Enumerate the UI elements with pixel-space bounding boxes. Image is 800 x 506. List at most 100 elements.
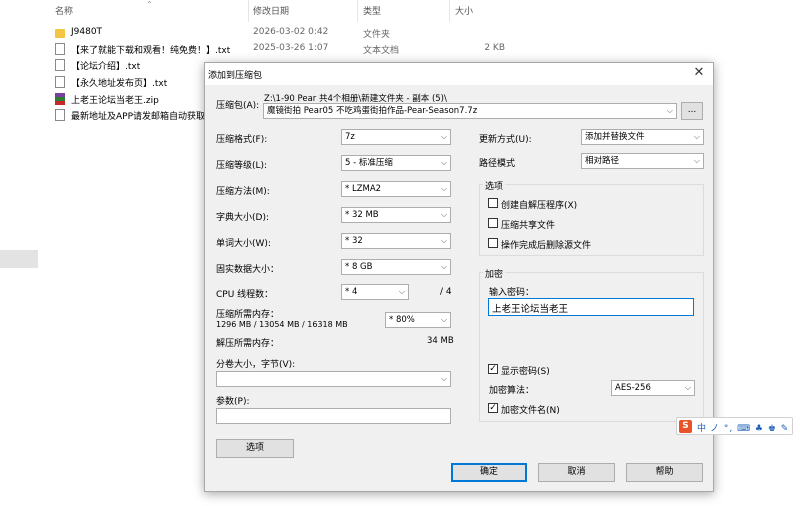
path-mode-label: 路径模式 xyxy=(479,159,516,169)
show-password-label: 显示密码(S) xyxy=(501,367,550,377)
level-value: 5 - 标准压缩 xyxy=(345,158,393,168)
chevron-down-icon: ⌵ xyxy=(440,315,447,324)
nav-pane-highlight xyxy=(0,250,38,268)
delete-after-checkbox[interactable] xyxy=(488,238,498,248)
mem-comp-detail: 1296 MB / 13054 MB / 16318 MB xyxy=(216,320,348,329)
ime-tool-icons[interactable]: ノ °, ⌨ ♣ ♚ ✎ xyxy=(710,421,789,434)
folder-icon xyxy=(55,29,65,38)
password-label: 输入密码： xyxy=(489,288,535,298)
column-header-name[interactable]: 名称 xyxy=(55,4,73,17)
document-icon xyxy=(55,59,65,71)
ime-mode[interactable]: 中 xyxy=(697,421,706,434)
solid-select[interactable]: * 8 GB ⌵ xyxy=(341,259,451,275)
mem-decomp-label: 解压所需内存： xyxy=(216,339,280,349)
sfx-label: 创建自解压程序(X) xyxy=(501,201,578,211)
cpu-total: / 4 xyxy=(440,287,452,297)
file-row[interactable]: 【来了就能下载和观看！纯免费！】.txt 2025-03-26 1:07 文本文… xyxy=(55,41,515,57)
method-select[interactable]: * LZMA2 ⌵ xyxy=(341,181,451,197)
file-type: 文件夹 xyxy=(363,30,391,40)
document-icon xyxy=(55,109,65,121)
chevron-down-icon: ⌵ xyxy=(440,262,447,271)
chevron-down-icon: ⌵ xyxy=(440,132,447,141)
method-label: 压缩方法(M): xyxy=(216,187,270,197)
sogou-logo-icon[interactable]: S xyxy=(679,420,692,433)
dict-select[interactable]: * 32 MB ⌵ xyxy=(341,207,451,223)
file-name: J9480T xyxy=(71,27,103,37)
file-name: 上老王论坛当老王.zip xyxy=(71,96,159,106)
column-divider xyxy=(449,0,450,22)
options-button[interactable]: 选项 xyxy=(216,439,294,458)
file-name: 【永久地址发布页】.txt xyxy=(71,79,168,89)
shared-files-checkbox[interactable] xyxy=(488,218,498,228)
method-value: * LZMA2 xyxy=(345,184,382,194)
enc-method-value: AES-256 xyxy=(615,383,651,393)
encrypt-names-label: 加密文件名(N) xyxy=(501,406,560,416)
update-value: 添加并替换文件 xyxy=(585,132,645,142)
column-header-size[interactable]: 大小 xyxy=(455,4,473,17)
mem-percent-select[interactable]: * 80% ⌵ xyxy=(385,312,451,328)
delete-after-label: 操作完成后删除源文件 xyxy=(501,241,592,251)
file-date: 2025-03-26 1:07 xyxy=(253,43,329,53)
format-select[interactable]: 7z ⌵ xyxy=(341,129,451,145)
word-select[interactable]: * 32 ⌵ xyxy=(341,233,451,249)
file-name: 【论坛介绍】.txt xyxy=(71,62,141,72)
mem-decomp-value: 34 MB xyxy=(427,336,454,346)
level-select[interactable]: 5 - 标准压缩 ⌵ xyxy=(341,155,451,171)
file-row[interactable]: J9480T 2026-03-02 0:42 文件夹 xyxy=(55,25,515,41)
file-date: 2026-03-02 0:42 xyxy=(253,27,329,37)
ok-button[interactable]: 确定 xyxy=(451,463,527,482)
cpu-label: CPU 线程数： xyxy=(216,290,274,300)
chevron-down-icon: ⌵ xyxy=(440,210,447,219)
chevron-down-icon: ⌵ xyxy=(666,106,673,115)
level-label: 压缩等级(L): xyxy=(216,161,268,171)
zip-archive-icon xyxy=(55,93,65,105)
cancel-button[interactable]: 取消 xyxy=(538,463,615,482)
options-group-title: 选项 xyxy=(483,179,506,192)
cpu-select[interactable]: * 4 ⌵ xyxy=(341,284,409,300)
update-select[interactable]: 添加并替换文件 ⌵ xyxy=(581,129,704,145)
chevron-down-icon: ⌵ xyxy=(440,236,447,245)
dialog-titlebar[interactable]: 添加到压缩包 ✕ xyxy=(205,63,713,85)
params-input[interactable] xyxy=(216,408,451,424)
path-mode-value: 相对路径 xyxy=(585,156,620,166)
close-icon[interactable]: ✕ xyxy=(691,65,707,81)
archive-name-combo[interactable]: 魔镜街拍 Pear05 不吃鸡蛋街拍作品-Pear-Season7.7z ⌵ xyxy=(263,103,677,119)
sort-up-icon: ⌃ xyxy=(146,0,153,9)
ime-toolbar[interactable]: S 中 ノ °, ⌨ ♣ ♚ ✎ xyxy=(676,417,793,435)
help-button[interactable]: 帮助 xyxy=(626,463,703,482)
archive-name-value: 魔镜街拍 Pear05 不吃鸡蛋街拍作品-Pear-Season7.7z xyxy=(267,106,478,116)
column-divider xyxy=(357,0,358,22)
mem-comp-label: 压缩所需内存： xyxy=(216,310,280,320)
dialog-title: 添加到压缩包 xyxy=(208,71,263,81)
column-header-type[interactable]: 类型 xyxy=(363,4,381,17)
chevron-down-icon: ⌵ xyxy=(440,158,447,167)
sfx-checkbox[interactable] xyxy=(488,198,498,208)
document-icon xyxy=(55,76,65,88)
split-select[interactable]: ⌵ xyxy=(216,371,451,387)
path-mode-select[interactable]: 相对路径 ⌵ xyxy=(581,153,704,169)
enc-method-select[interactable]: AES-256 ⌵ xyxy=(611,380,695,396)
dict-value: * 32 MB xyxy=(345,210,379,220)
archive-label: 压缩包(A): xyxy=(216,101,260,111)
password-input[interactable]: 上老王论坛当老王 xyxy=(488,298,694,316)
chevron-down-icon: ⌵ xyxy=(440,374,447,383)
word-value: * 32 xyxy=(345,236,363,246)
browse-button[interactable]: ... xyxy=(681,102,703,120)
chevron-down-icon: ⌵ xyxy=(684,383,691,392)
split-label: 分卷大小，字节(V): xyxy=(216,360,296,370)
file-size: 2 KB xyxy=(484,43,505,53)
chevron-down-icon: ⌵ xyxy=(693,132,700,141)
encryption-group-title: 加密 xyxy=(483,267,506,280)
column-divider xyxy=(248,0,249,22)
file-type: 文本文档 xyxy=(363,46,400,56)
show-password-checkbox[interactable]: ✓ xyxy=(488,364,498,374)
word-label: 单词大小(W): xyxy=(216,239,271,249)
solid-value: * 8 GB xyxy=(345,262,373,272)
cpu-value: * 4 xyxy=(345,287,358,297)
enc-method-label: 加密算法： xyxy=(489,386,535,396)
column-header-date[interactable]: 修改日期 xyxy=(253,4,289,17)
format-value: 7z xyxy=(345,132,355,142)
encrypt-names-checkbox[interactable]: ✓ xyxy=(488,403,498,413)
file-name: 【来了就能下载和观看！纯免费！】.txt xyxy=(71,46,231,56)
document-icon xyxy=(55,43,65,55)
